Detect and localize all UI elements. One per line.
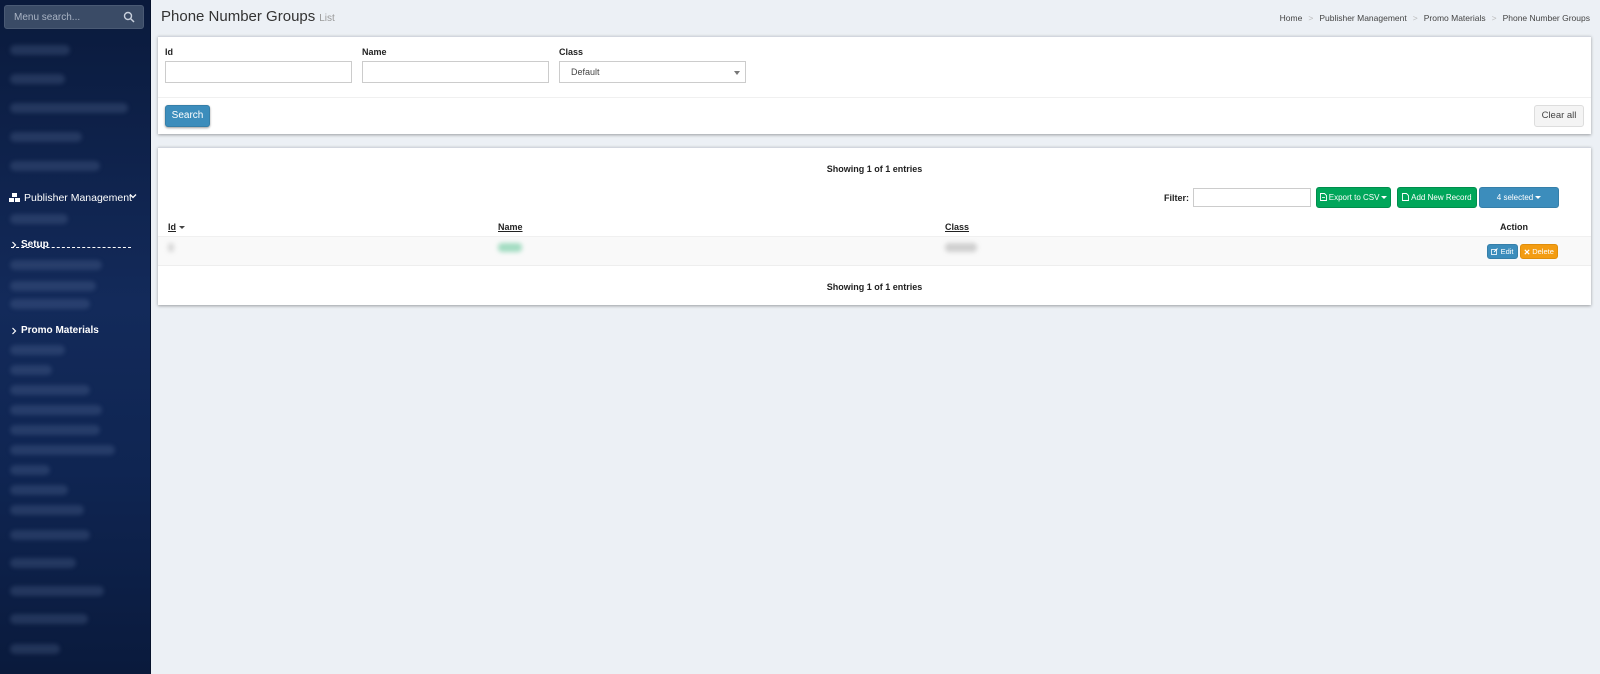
- sidebar-item-obscured[interactable]: [10, 260, 102, 270]
- file-icon: [1319, 193, 1327, 201]
- export-csv-button[interactable]: Export to CSV: [1316, 187, 1391, 208]
- sidebar-item-obscured[interactable]: [10, 530, 90, 540]
- sidebar-item-promo-materials[interactable]: Promo Materials: [0, 323, 150, 339]
- page-title: Phone Number Groups List: [161, 8, 335, 25]
- delete-label: Delete: [1532, 247, 1554, 256]
- class-select-value: Default: [571, 67, 600, 77]
- cell-id-obscured: [168, 243, 174, 252]
- page-title-text: Phone Number Groups: [161, 8, 316, 25]
- caret-down-icon: [179, 226, 185, 230]
- column-header-id[interactable]: Id: [168, 222, 185, 232]
- sidebar-item-obscured[interactable]: [10, 132, 82, 142]
- sidebar-item-label: Publisher Management: [24, 192, 132, 204]
- sidebar-item-obscured[interactable]: [10, 644, 60, 654]
- id-input[interactable]: [165, 61, 352, 83]
- sidebar-item-obscured[interactable]: [10, 365, 52, 375]
- search-icon[interactable]: [123, 11, 135, 23]
- cubes-icon: [9, 193, 20, 202]
- sidebar-item-obscured[interactable]: [10, 405, 102, 415]
- sidebar-item-obscured[interactable]: [10, 345, 65, 355]
- caret-down-icon: [1381, 196, 1388, 200]
- results-panel: Showing 1 of 1 entries Filter: Export to…: [158, 147, 1591, 305]
- sidebar-item-obscured[interactable]: [10, 586, 104, 596]
- sidebar-item-obscured[interactable]: [10, 485, 68, 495]
- chevron-down-icon: [129, 194, 137, 199]
- add-new-record-button[interactable]: Add New Record: [1397, 187, 1477, 208]
- search-button[interactable]: Search: [165, 105, 210, 127]
- columns-selected-dropdown[interactable]: 4 selected: [1479, 187, 1559, 208]
- column-header-action: Action: [1500, 222, 1528, 232]
- sidebar-item-obscured[interactable]: [10, 425, 100, 435]
- sidebar-item-obscured[interactable]: [10, 385, 90, 395]
- breadcrumb-publisher-management[interactable]: Publisher Management: [1319, 13, 1406, 23]
- name-input[interactable]: [362, 61, 549, 83]
- cell-name-obscured[interactable]: [498, 243, 522, 252]
- sidebar-item-obscured[interactable]: [10, 45, 70, 55]
- sidebar-item-obscured[interactable]: [10, 103, 128, 113]
- sidebar-item-obscured[interactable]: [10, 558, 76, 568]
- name-label: Name: [362, 47, 387, 57]
- column-header-class[interactable]: Class: [945, 222, 969, 232]
- sidebar-item-obscured[interactable]: [10, 465, 50, 475]
- menu-search: [4, 5, 144, 29]
- sidebar-item-obscured[interactable]: [10, 614, 88, 624]
- caret-down-icon: [734, 71, 740, 75]
- id-label: Id: [165, 47, 173, 57]
- sidebar-item-label: Setup: [21, 239, 49, 250]
- sidebar-item-obscured[interactable]: [10, 161, 100, 171]
- sidebar-item-obscured[interactable]: [10, 281, 96, 291]
- class-label: Class: [559, 47, 584, 57]
- cell-class-obscured: [945, 243, 977, 252]
- sidebar-item-obscured[interactable]: [10, 299, 90, 309]
- breadcrumb: Home > Publisher Management > Promo Material…: [1279, 13, 1590, 23]
- file-icon: [1402, 193, 1410, 201]
- add-new-record-label: Add New Record: [1411, 193, 1472, 202]
- sidebar-item-obscured[interactable]: [10, 214, 68, 224]
- filter-label: Filter:: [1164, 193, 1190, 203]
- edit-button[interactable]: Edit: [1487, 244, 1518, 259]
- edit-label: Edit: [1500, 247, 1514, 256]
- showing-entries-bottom: Showing 1 of 1 entries: [826, 282, 923, 292]
- sidebar-item-setup[interactable]: Setup: [0, 237, 150, 253]
- sidebar-item-obscured[interactable]: [10, 74, 65, 84]
- class-select[interactable]: Default: [559, 61, 746, 83]
- breadcrumb-current: Phone Number Groups: [1502, 13, 1590, 23]
- sidebar-item-obscured[interactable]: [10, 505, 84, 515]
- sidebar-item-label: Promo Materials: [21, 325, 99, 336]
- page-subtitle: List: [319, 13, 335, 24]
- clear-all-button[interactable]: Clear all: [1534, 105, 1584, 127]
- menu-search-input[interactable]: [5, 6, 117, 28]
- setup-underline: [11, 247, 131, 248]
- sidebar-item-obscured[interactable]: [10, 445, 115, 455]
- edit-icon: [1491, 248, 1499, 255]
- selected-count-label: 4 selected: [1496, 193, 1534, 202]
- filter-input[interactable]: [1193, 188, 1311, 207]
- export-csv-label: Export to CSV: [1328, 193, 1380, 202]
- caret-down-icon: [1535, 196, 1542, 200]
- chevron-right-icon: [12, 327, 17, 335]
- breadcrumb-promo-materials[interactable]: Promo Materials: [1424, 13, 1486, 23]
- close-icon: [1524, 249, 1530, 255]
- breadcrumb-home[interactable]: Home: [1280, 13, 1303, 23]
- showing-entries-top: Showing 1 of 1 entries: [826, 164, 923, 174]
- search-filter-panel: Id Name Class Default Search Clear all: [158, 36, 1591, 134]
- sidebar: Publisher Management Setup Promo Materia…: [0, 0, 151, 674]
- column-header-name[interactable]: Name: [498, 222, 523, 232]
- delete-button[interactable]: Delete: [1520, 244, 1558, 259]
- main-content: Phone Number Groups List Home > Publisher M…: [151, 0, 1600, 674]
- column-header-id-label: Id: [168, 222, 176, 232]
- table-row: [158, 236, 1591, 266]
- sidebar-item-publisher-management[interactable]: Publisher Management: [0, 188, 150, 208]
- divider: [158, 97, 1591, 98]
